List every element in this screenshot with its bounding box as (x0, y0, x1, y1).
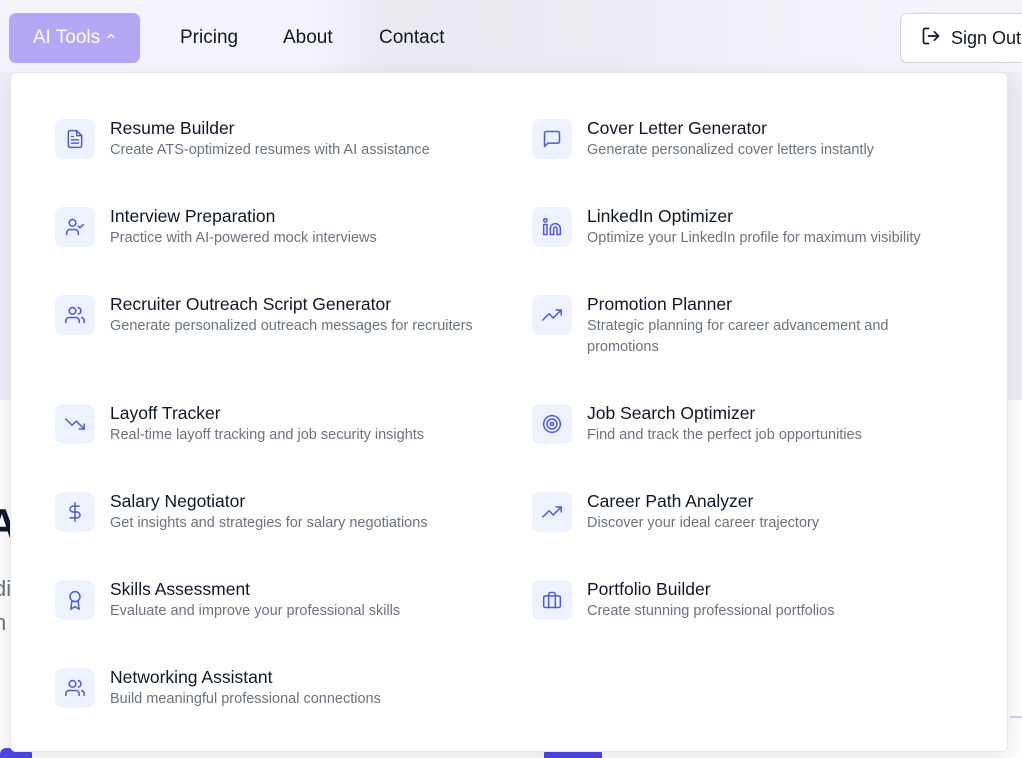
divider (1010, 716, 1022, 718)
nav-link-about[interactable]: About (283, 27, 333, 49)
target-icon (532, 404, 572, 444)
sign-out-button[interactable]: Sign Out (900, 13, 1022, 63)
menu-item-description: Get insights and strategies for salary n… (110, 515, 428, 531)
trending-down-icon (55, 404, 95, 444)
menu-item-description: Create stunning professional portfolios (587, 603, 835, 619)
menu-item-title: Interview Preparation (110, 206, 276, 226)
menu-item-title: Recruiter Outreach Script Generator (110, 294, 392, 314)
menu-item-title: Resume Builder (110, 118, 235, 138)
menu-item-description: Build meaningful professional connection… (110, 691, 381, 707)
menu-item-description: Strategic planning for career advancemen… (587, 318, 889, 355)
log-out-icon (921, 26, 941, 51)
menu-item-description: Real-time layoff tracking and job securi… (110, 427, 425, 443)
ai-tools-label: AI Tools (32, 27, 101, 48)
nav-link-pricing[interactable]: Pricing (180, 27, 238, 49)
menu-item-title: Portfolio Builder (587, 579, 711, 599)
menu-item-title: LinkedIn Optimizer (587, 206, 733, 226)
document-icon (55, 119, 95, 159)
users-icon (55, 668, 95, 708)
menu-item-title: Job Search Optimizer (587, 403, 756, 423)
menu-item-cover-letter-generator[interactable]: Cover Letter Generator Generate personal… (532, 118, 937, 161)
menu-item-description: Generate personalized outreach messages … (110, 318, 473, 334)
nav-link-contact[interactable]: Contact (379, 27, 444, 49)
menu-item-title: Career Path Analyzer (587, 491, 754, 511)
menu-item-promotion-planner[interactable]: Promotion Planner Strategic planning for… (532, 294, 937, 358)
linkedin-icon (532, 207, 572, 247)
trending-up-icon (532, 295, 572, 335)
menu-item-title: Layoff Tracker (110, 403, 221, 423)
menu-item-title: Salary Negotiator (110, 491, 246, 511)
menu-item-description: Optimize your LinkedIn profile for maxim… (587, 230, 921, 246)
ai-tools-dropdown: Resume Builder Create ATS-optimized resu… (10, 72, 1008, 752)
message-square-icon (532, 119, 572, 159)
top-nav: AI Tools Pricing About Contact Sign Out (0, 0, 1022, 72)
award-icon (55, 580, 95, 620)
menu-item-recruiter-outreach-script-generator[interactable]: Recruiter Outreach Script Generator Gene… (55, 294, 473, 337)
chevron-up-icon (106, 30, 116, 44)
menu-item-description: Evaluate and improve your professional s… (110, 603, 401, 619)
menu-item-description: Create ATS-optimized resumes with AI ass… (110, 142, 430, 158)
menu-item-description: Practice with AI-powered mock interviews (110, 230, 377, 246)
menu-item-description: Generate personalized cover letters inst… (587, 142, 874, 158)
menu-item-title: Promotion Planner (587, 294, 732, 314)
menu-item-career-path-analyzer[interactable]: Career Path Analyzer Discover your ideal… (532, 491, 937, 534)
menu-item-job-search-optimizer[interactable]: Job Search Optimizer Find and track the … (532, 403, 937, 446)
menu-item-description: Discover your ideal career trajectory (587, 515, 820, 531)
user-check-icon (55, 207, 95, 247)
menu-item-resume-builder[interactable]: Resume Builder Create ATS-optimized resu… (55, 118, 430, 161)
trending-up-icon (532, 492, 572, 532)
briefcase-icon (532, 580, 572, 620)
menu-item-interview-preparation[interactable]: Interview Preparation Practice with AI-p… (55, 206, 377, 249)
menu-item-skills-assessment[interactable]: Skills Assessment Evaluate and improve y… (55, 579, 401, 622)
menu-item-salary-negotiator[interactable]: Salary Negotiator Get insights and strat… (55, 491, 428, 534)
sign-out-label: Sign Out (951, 27, 1022, 48)
menu-item-title: Skills Assessment (110, 579, 251, 599)
menu-item-portfolio-builder[interactable]: Portfolio Builder Create stunning profes… (532, 579, 937, 622)
menu-item-layoff-tracker[interactable]: Layoff Tracker Real-time layoff tracking… (55, 403, 425, 446)
dollar-icon (55, 492, 95, 532)
menu-item-description: Find and track the perfect job opportuni… (587, 427, 862, 443)
menu-item-networking-assistant[interactable]: Networking Assistant Build meaningful pr… (55, 667, 381, 710)
menu-item-title: Cover Letter Generator (587, 118, 767, 138)
ai-tools-menu-button[interactable]: AI Tools (9, 13, 140, 63)
menu-item-title: Networking Assistant (110, 667, 273, 687)
menu-item-linkedin-optimizer[interactable]: LinkedIn Optimizer Optimize your LinkedI… (532, 206, 937, 249)
users-icon (55, 295, 95, 335)
